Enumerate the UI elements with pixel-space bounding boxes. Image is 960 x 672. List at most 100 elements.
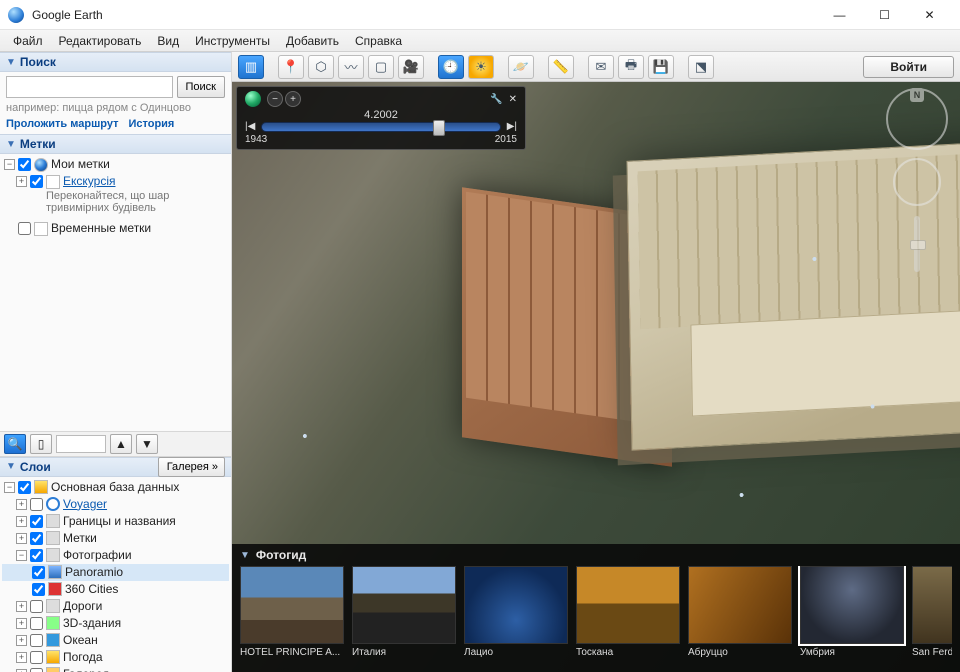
search-input[interactable] xyxy=(6,76,173,98)
disclosure-icon: ▼ xyxy=(6,139,16,150)
layer-checkbox[interactable] xyxy=(30,668,43,672)
window-title: Google Earth xyxy=(32,8,103,22)
compass-ring[interactable]: N xyxy=(886,88,948,150)
wrench-icon[interactable]: 🔧 xyxy=(490,94,502,105)
layer-checkbox[interactable] xyxy=(30,498,43,511)
tool-button[interactable]: ▯ xyxy=(30,434,52,454)
layer-checkbox[interactable] xyxy=(32,566,45,579)
tree-expander[interactable]: − xyxy=(4,482,15,493)
layer-checkbox[interactable] xyxy=(30,651,43,664)
tree-expander[interactable]: + xyxy=(16,601,27,612)
add-polygon-button[interactable]: ⬡ xyxy=(308,55,334,79)
menu-edit[interactable]: Редактировать xyxy=(52,32,149,50)
weather-label: Погода xyxy=(63,650,103,665)
down-button[interactable]: ▼ xyxy=(136,434,158,454)
history-link[interactable]: История xyxy=(128,118,174,130)
time-track[interactable] xyxy=(261,122,500,132)
zoom-slider[interactable] xyxy=(914,216,920,272)
layer-checkbox[interactable] xyxy=(30,634,43,647)
maximize-button[interactable]: ☐ xyxy=(862,1,907,29)
tour-checkbox[interactable] xyxy=(30,175,43,188)
close-icon[interactable]: ✕ xyxy=(509,94,517,105)
layers-panel-header[interactable]: ▼ Слои Галерея» xyxy=(0,457,231,477)
save-image-button[interactable]: 💾 xyxy=(648,55,674,79)
add-path-button[interactable]: 〰 xyxy=(338,55,364,79)
disclosure-icon: ▼ xyxy=(6,461,16,472)
photo-thumb[interactable]: Лацио xyxy=(464,566,568,658)
tree-expander[interactable]: + xyxy=(16,618,27,629)
compass-north-label[interactable]: N xyxy=(910,88,924,102)
record-tour-button[interactable]: 🎥 xyxy=(398,55,424,79)
sign-in-button[interactable]: Войти xyxy=(863,56,954,78)
view-in-maps-button[interactable]: ⬔ xyxy=(688,55,714,79)
3d-viewport[interactable]: − + 🔧 ✕ 4.2002 |◀ ▶| 1943 2015 xyxy=(232,82,960,672)
up-button[interactable]: ▲ xyxy=(110,434,132,454)
find-tool-icon[interactable]: 🔍 xyxy=(4,434,26,454)
toggle-sidebar-button[interactable]: ▥ xyxy=(238,55,264,79)
photo-guide-title: Фотогид xyxy=(256,548,306,562)
my-places-checkbox[interactable] xyxy=(18,158,31,171)
photo-thumb[interactable]: San Ferdin xyxy=(912,566,952,658)
photo-thumb[interactable]: Италия xyxy=(352,566,456,658)
planets-button[interactable]: 🪐 xyxy=(508,55,534,79)
menu-add[interactable]: Добавить xyxy=(279,32,346,50)
search-example-text: например: пицца рядом с Одинцово xyxy=(6,102,225,114)
photos-icon xyxy=(46,548,60,562)
tree-expander[interactable]: − xyxy=(4,159,15,170)
historical-time-slider[interactable]: − + 🔧 ✕ 4.2002 |◀ ▶| 1943 2015 xyxy=(236,86,526,150)
step-back-icon[interactable]: |◀ xyxy=(245,121,255,132)
pan-joystick[interactable] xyxy=(893,158,941,206)
voyager-link[interactable]: Voyager xyxy=(63,497,107,512)
layer-checkbox[interactable] xyxy=(30,532,43,545)
zoom-in-icon[interactable]: + xyxy=(285,91,301,107)
layer-checkbox[interactable] xyxy=(32,583,45,596)
layer-checkbox[interactable] xyxy=(30,549,43,562)
tree-expander[interactable]: + xyxy=(16,516,27,527)
tree-expander[interactable]: + xyxy=(16,669,27,672)
placemarks-layer-label: Метки xyxy=(63,531,97,546)
tree-expander[interactable]: + xyxy=(16,652,27,663)
photo-thumb[interactable]: Умбрия xyxy=(800,566,904,658)
tree-expander[interactable]: + xyxy=(16,176,27,187)
step-forward-icon[interactable]: ▶| xyxy=(507,121,517,132)
search-panel-header[interactable]: ▼ Поиск xyxy=(0,52,231,72)
layer-checkbox[interactable] xyxy=(30,515,43,528)
add-placemark-button[interactable]: 📍 xyxy=(278,55,304,79)
close-button[interactable]: ✕ xyxy=(907,1,952,29)
gallery-button[interactable]: Галерея» xyxy=(158,457,225,477)
layers-panel-title: Слои xyxy=(20,460,51,474)
menu-help[interactable]: Справка xyxy=(348,32,409,50)
sunlight-button[interactable]: ☀ xyxy=(468,55,494,79)
historical-imagery-button[interactable]: 🕘 xyxy=(438,55,464,79)
ruler-button[interactable]: 📏 xyxy=(548,55,574,79)
navigation-controls[interactable]: N xyxy=(882,88,952,278)
photo-thumb[interactable]: HOTEL PRINCIPE A... xyxy=(240,566,344,658)
menu-tools[interactable]: Инструменты xyxy=(188,32,277,50)
print-button[interactable]: 🖶 xyxy=(618,55,644,79)
window-titlebar: Google Earth ― ☐ ✕ xyxy=(0,0,960,30)
add-image-overlay-button[interactable]: ▢ xyxy=(368,55,394,79)
minimize-button[interactable]: ― xyxy=(817,1,862,29)
disclosure-icon[interactable]: ▼ xyxy=(240,550,250,561)
panoramio-label[interactable]: Panoramio xyxy=(65,565,123,580)
time-thumb[interactable] xyxy=(433,120,445,136)
photo-thumb[interactable]: Тоскана xyxy=(576,566,680,658)
opacity-slider[interactable] xyxy=(56,435,106,453)
zoom-out-icon[interactable]: − xyxy=(267,91,283,107)
layer-checkbox[interactable] xyxy=(18,481,31,494)
search-button[interactable]: Поиск xyxy=(177,76,225,98)
layer-checkbox[interactable] xyxy=(30,617,43,630)
route-link[interactable]: Проложить маршрут xyxy=(6,118,118,130)
tree-expander[interactable]: + xyxy=(16,635,27,646)
email-button[interactable]: ✉ xyxy=(588,55,614,79)
menu-file[interactable]: Файл xyxy=(6,32,50,50)
tree-expander[interactable]: + xyxy=(16,533,27,544)
layer-checkbox[interactable] xyxy=(30,600,43,613)
places-panel-header[interactable]: ▼ Метки xyxy=(0,134,231,154)
tree-expander[interactable]: + xyxy=(16,499,27,510)
tour-link[interactable]: Екскурсія xyxy=(63,174,115,189)
tree-expander[interactable]: − xyxy=(16,550,27,561)
menu-view[interactable]: Вид xyxy=(150,32,186,50)
temporary-places-checkbox[interactable] xyxy=(18,222,31,235)
photo-thumb[interactable]: Абруццо xyxy=(688,566,792,658)
